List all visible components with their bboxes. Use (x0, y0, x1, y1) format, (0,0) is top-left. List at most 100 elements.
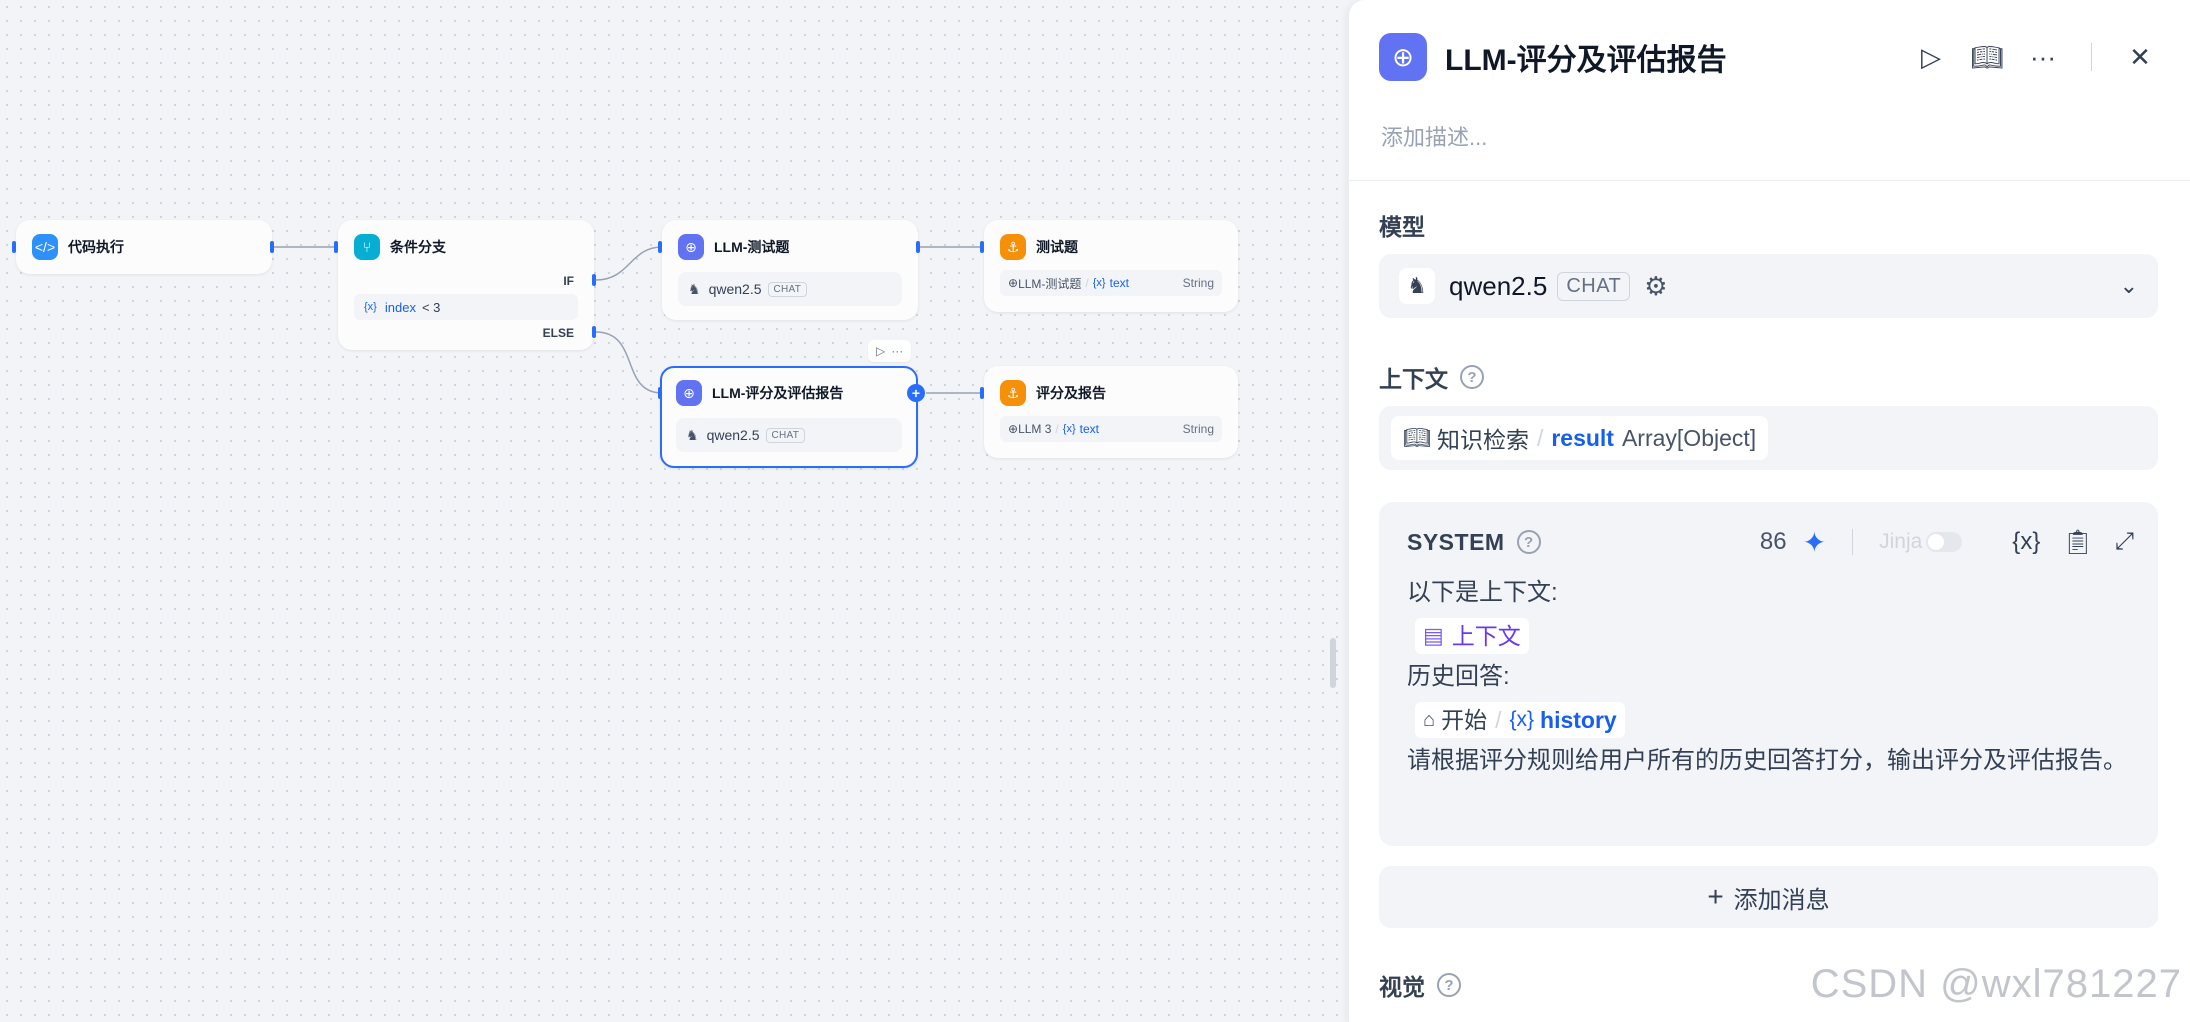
edge-if-to-llm-test (595, 246, 663, 281)
system-role-label: SYSTEM (1407, 528, 1505, 555)
context-section-label: 上下文 ? (1379, 360, 1484, 394)
node-input-handle[interactable] (980, 387, 984, 399)
condition-operator: < (421, 299, 430, 315)
add-next-node-button[interactable]: + (907, 384, 925, 402)
else-label: ELSE (542, 326, 574, 340)
settings-sliders-icon[interactable]: ⚙︎ (1644, 271, 1667, 302)
condition-variable: index (384, 299, 416, 315)
node-title: 测试题 (1036, 239, 1078, 255)
divider (1349, 180, 2190, 181)
more-icon[interactable]: ··· (2023, 37, 2063, 77)
clipboard-icon[interactable]: 📋︎ (2062, 528, 2092, 557)
node-input-handle[interactable] (334, 241, 338, 253)
output-variable-row: ⊕ LLM 3 / {x} text String (1000, 416, 1222, 442)
edges-layer (272, 246, 984, 394)
separator: / (1085, 276, 1089, 290)
context-variable-chip[interactable]: ▤ 上下文 (1415, 617, 1529, 654)
context-selector[interactable]: 📖︎ 知识检索 / result Array[Object] (1379, 406, 2158, 470)
history-variable-chip[interactable]: ⌂ 开始 / {x} history (1415, 701, 1625, 738)
node-llm-test[interactable]: ⊕ LLM-测试题 ♞ qwen2.5 CHAT (662, 220, 918, 320)
end-icon: ⚓ (1000, 234, 1026, 260)
button-label: 添加消息 (1733, 886, 1830, 914)
node-title: 评分及报告 (1036, 385, 1106, 401)
panel-title[interactable]: LLM-评分及评估报告 (1445, 35, 1727, 79)
workflow-canvas[interactable]: </> 代码执行 ⑂ 条件分支 IF {x} index < 3 ELSE ⊕ … (0, 0, 1348, 1022)
if-output-handle[interactable] (592, 274, 596, 286)
divider (2091, 43, 2092, 71)
insert-variable-icon[interactable]: {x} (2012, 528, 2040, 556)
node-end-eval[interactable]: ⚓ 评分及报告 ⊕ LLM 3 / {x} text String (984, 366, 1238, 458)
run-node-icon[interactable]: ▷ (876, 344, 885, 358)
document-icon: ▤ (1423, 622, 1444, 648)
prompt-line: 以下是上下文: (1407, 579, 1558, 606)
code-icon: </> (32, 234, 58, 260)
else-output-handle[interactable] (592, 326, 596, 338)
model-chip: ♞ qwen2.5 CHAT (676, 418, 902, 452)
model-tag: CHAT (1557, 271, 1631, 301)
llm-icon: ⊕ (1008, 276, 1019, 290)
model-tag: CHAT (767, 281, 808, 297)
home-icon: ⌂ (1423, 708, 1436, 731)
prompt-line: 请根据评分规则给用户所有的历史回答打分，输出评分及评估报告。 (1407, 747, 2127, 774)
jinja-toggle[interactable] (1926, 532, 1963, 552)
node-title: LLM-测试题 (714, 239, 790, 255)
help-icon[interactable]: ? (1516, 530, 1541, 554)
node-config-panel: ⊕ LLM-评分及评估报告 ▷ 📖︎ ··· ✕ 添加描述... 模型 ♞ qw… (1348, 0, 2190, 1022)
llm-icon: ⊕ (1379, 33, 1427, 81)
close-icon[interactable]: ✕ (2120, 37, 2160, 77)
node-code-exec[interactable]: </> 代码执行 (16, 220, 272, 274)
sparkle-icon[interactable]: ✦ (1803, 526, 1826, 559)
condition-value: 3 (433, 299, 441, 315)
help-icon[interactable]: ? (1437, 973, 1461, 997)
model-chip: ♞ qwen2.5 CHAT (678, 272, 902, 306)
description-input[interactable]: 添加描述... (1381, 120, 1487, 152)
system-prompt-text[interactable]: 以下是上下文: ▤ 上下文 历史回答: ⌂ 开始 / {x} history 请… (1407, 572, 2134, 782)
book-icon[interactable]: 📖︎ (1967, 37, 2007, 77)
context-type: Array[Object] (1621, 424, 1757, 451)
chip-label: 上下文 (1451, 622, 1521, 649)
node-output-handle[interactable] (270, 241, 274, 253)
model-name: qwen2.5 (1449, 270, 1548, 301)
system-prompt-editor[interactable]: SYSTEM ? 86 ✦ Jinja {x} 📋︎ ⤢ 以下是上下文: ▤ 上… (1379, 502, 2158, 846)
node-input-handle[interactable] (980, 241, 984, 253)
book-icon: 📖︎ (1403, 425, 1431, 450)
chevron-down-icon[interactable]: ⌄ (2120, 273, 2138, 299)
more-icon[interactable]: ··· (891, 344, 903, 358)
system-prompt-header: SYSTEM ? 86 ✦ Jinja {x} 📋︎ ⤢ (1407, 522, 2134, 562)
branch-icon: ⑂ (354, 234, 380, 260)
jinja-label: Jinja (1879, 530, 1923, 553)
model-selector[interactable]: ♞ qwen2.5 CHAT ⚙︎ ⌄ (1379, 254, 2158, 318)
run-icon[interactable]: ▷ (1911, 37, 1951, 77)
llm-icon: ⊕ (676, 380, 702, 406)
node-input-handle[interactable] (658, 241, 662, 253)
divider (1852, 529, 1854, 555)
end-icon: ⚓ (1000, 380, 1026, 406)
node-output-handle[interactable] (916, 241, 920, 253)
add-message-button[interactable]: + 添加消息 (1379, 866, 2158, 928)
node-end-test[interactable]: ⚓ 测试题 ⊕ LLM-测试题 / {x} text String (984, 220, 1238, 312)
expand-icon[interactable]: ⤢ (2115, 528, 2134, 556)
node-llm-eval[interactable]: ⊕ LLM-评分及评估报告 ♞ qwen2.5 CHAT (660, 366, 918, 468)
variable-name: text (1079, 422, 1099, 436)
variable-type: String (1182, 276, 1214, 290)
condition-row[interactable]: {x} index < 3 (354, 294, 578, 320)
variable-source: LLM-测试题 (1018, 276, 1082, 291)
variable-type: String (1182, 422, 1214, 436)
node-if-else[interactable]: ⑂ 条件分支 IF {x} index < 3 ELSE (338, 220, 594, 350)
variable-icon: {x} (1062, 423, 1076, 435)
help-icon[interactable]: ? (1460, 365, 1484, 389)
context-variable-pill[interactable]: 📖︎ 知识检索 / result Array[Object] (1391, 416, 1769, 460)
model-name: qwen2.5 (706, 427, 760, 443)
node-title: 条件分支 (390, 239, 446, 255)
model-name: qwen2.5 (708, 281, 762, 297)
context-variable: result (1551, 424, 1614, 451)
vision-section-label: 视觉 ? (1379, 968, 1461, 1002)
separator: / (1495, 706, 1502, 733)
prompt-tools: 86 ✦ Jinja {x} 📋︎ ⤢ (1760, 526, 2134, 559)
prompt-line: 历史回答: (1407, 663, 1510, 690)
node-input-handle[interactable] (12, 241, 16, 253)
panel-resize-handle[interactable] (1330, 638, 1336, 688)
output-variable-row: ⊕ LLM-测试题 / {x} text String (1000, 270, 1222, 296)
node-input-handle[interactable] (658, 387, 662, 399)
llama-icon: ♞ (688, 280, 701, 297)
